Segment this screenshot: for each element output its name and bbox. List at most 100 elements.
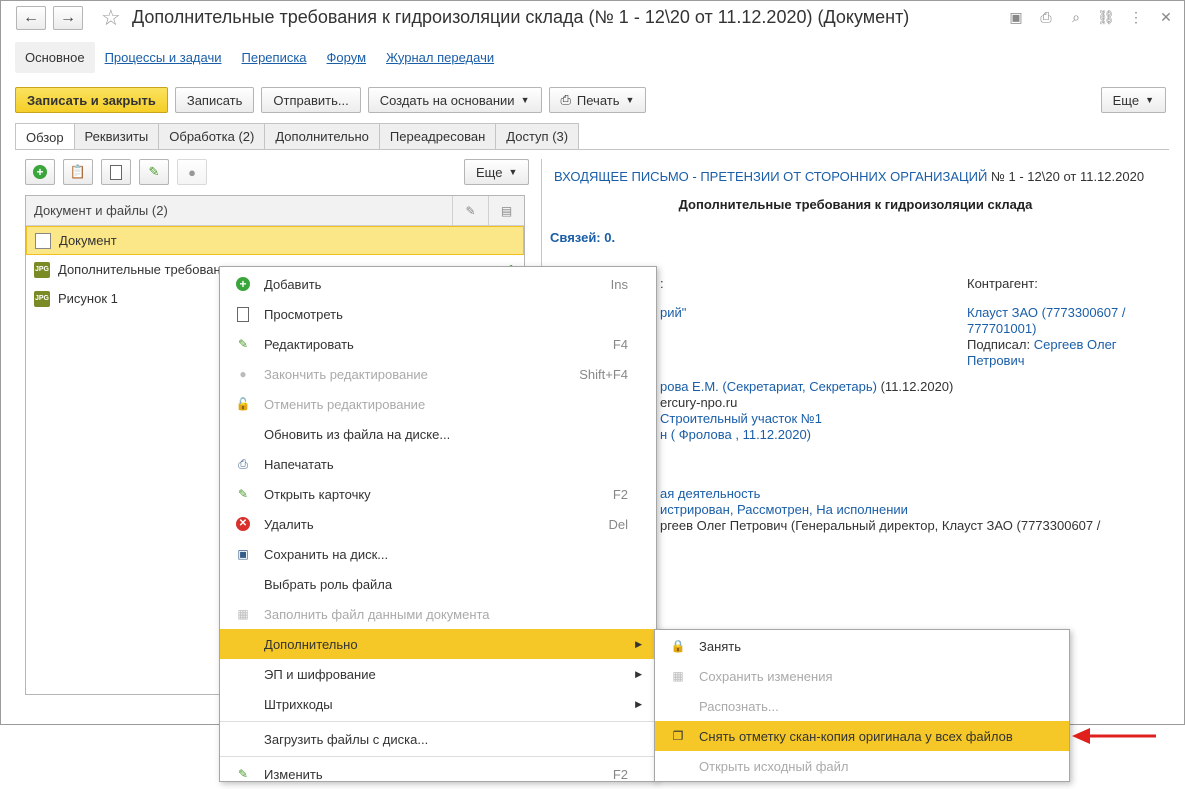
more-vertical-icon[interactable]: ⋮ xyxy=(1126,9,1146,26)
send-button[interactable]: Отправить... xyxy=(261,87,361,113)
more-label: Еще xyxy=(1112,92,1140,108)
registered-by: рова Е.М. (Секретариат, Секретарь) (11.1… xyxy=(660,379,953,394)
contractor-link-line2[interactable]: 777701001) xyxy=(967,321,1036,336)
email-text: ercury-npo.ru xyxy=(660,395,738,410)
menu-item-finish-edit[interactable]: ● Закончить редактирование Shift+F4 xyxy=(220,359,656,389)
menu-item-add[interactable]: + Добавить Ins xyxy=(220,269,656,299)
menu-item-delete[interactable]: ✕ Удалить Del xyxy=(220,509,656,539)
save-button[interactable]: Записать xyxy=(174,87,255,113)
fill-icon: ▦ xyxy=(237,607,249,621)
edit-file-button[interactable]: ✎ xyxy=(139,159,169,185)
submenu-item-occupy[interactable]: 🔒 Занять xyxy=(655,631,1069,661)
addressee-text: ргеев Олег Петрович (Генеральный директо… xyxy=(660,518,1101,533)
menu-item-file-role[interactable]: Выбрать роль файла xyxy=(220,569,656,599)
status-link[interactable]: истрирован, Рассмотрен, На исполнении xyxy=(660,502,908,517)
menu-separator xyxy=(220,721,656,722)
section-transfer-log[interactable]: Журнал передачи xyxy=(376,42,504,73)
paste-file-button[interactable]: 📋 xyxy=(63,159,93,185)
submenu-item-recognize[interactable]: Распознать... xyxy=(655,691,1069,721)
files-more-button[interactable]: Еще ▼ xyxy=(464,159,530,185)
menu-label: Занять xyxy=(699,638,742,654)
tab-readdressed[interactable]: Переадресован xyxy=(378,123,497,149)
window-controls: ▣ ⎙ ⌕ ⛓ ⋮ ✕ xyxy=(1006,9,1176,26)
close-icon[interactable]: ✕ xyxy=(1156,9,1176,26)
view-file-button[interactable] xyxy=(101,159,131,185)
link-icon[interactable]: ⛓ xyxy=(1096,9,1116,26)
menu-item-barcodes[interactable]: Штрихкоды ▶ xyxy=(220,689,656,719)
menu-item-change[interactable]: ✎ Изменить F2 xyxy=(220,759,656,789)
menu-label: Снять отметку скан-копия оригинала у все… xyxy=(699,728,1013,744)
tab-additional[interactable]: Дополнительно xyxy=(264,123,380,149)
print-button[interactable]: ⎙ Печать ▼ xyxy=(548,87,647,113)
create-based-on-button[interactable]: Создать на основании ▼ xyxy=(367,87,542,113)
section-bar: Основное Процессы и задачи Переписка Фор… xyxy=(15,41,504,73)
signed-by-link-2[interactable]: Петрович xyxy=(967,353,1025,368)
organization-link[interactable]: рий" xyxy=(660,305,686,320)
tab-requisites[interactable]: Реквизиты xyxy=(73,123,160,149)
menu-shortcut: F2 xyxy=(612,766,628,782)
menu-item-update-from-disk[interactable]: Обновить из файла на диске... xyxy=(220,419,656,449)
menu-item-load-files[interactable]: Загрузить файлы с диска... xyxy=(220,724,656,754)
edit-icon: ✎ xyxy=(237,337,249,351)
preview-icon[interactable]: ⌕ xyxy=(1066,9,1086,26)
arrow-left-icon: ← xyxy=(23,9,39,26)
lock-icon: 🔒 xyxy=(670,639,686,653)
menu-label: Открыть карточку xyxy=(264,486,371,502)
print-icon[interactable]: ⎙ xyxy=(1036,9,1056,26)
menu-label: Отменить редактирование xyxy=(264,396,426,412)
section-forum[interactable]: Форум xyxy=(317,42,377,73)
column-header-files[interactable]: Документ и файлы (2) xyxy=(26,203,452,218)
menu-item-edit[interactable]: ✎ Редактировать F4 xyxy=(220,329,656,359)
submenu-arrow-icon: ▶ xyxy=(635,698,642,709)
section-main[interactable]: Основное xyxy=(15,41,95,73)
menu-item-open-card[interactable]: ✎ Открыть карточку F2 xyxy=(220,479,656,509)
separator-dash: - xyxy=(688,169,701,184)
finish-edit-icon: ● xyxy=(188,164,196,180)
section-processes[interactable]: Процессы и задачи xyxy=(95,42,232,73)
back-button[interactable]: ← xyxy=(16,6,46,30)
save-icon[interactable]: ▣ xyxy=(1006,9,1026,26)
more-button[interactable]: Еще ▼ xyxy=(1100,87,1166,113)
dropdown-arrow-icon: ▼ xyxy=(508,167,518,177)
menu-item-print[interactable]: ⎙ Напечатать xyxy=(220,449,656,479)
registered-by-link[interactable]: рова Е.М. (Секретариат, Секретарь) xyxy=(660,379,877,394)
links-count[interactable]: Связей: 0. xyxy=(550,230,615,245)
document-kind-link[interactable]: ВХОДЯЩЕЕ ПИСЬМО xyxy=(554,169,689,184)
finish-edit-button[interactable]: ● xyxy=(177,159,207,185)
save-changes-icon: ▦ xyxy=(672,669,684,683)
tab-strip: Обзор Реквизиты Обработка (2) Дополнител… xyxy=(15,123,580,150)
contractor-link-line1[interactable]: Клауст ЗАО (7773300607 / xyxy=(967,305,1125,320)
menu-item-cancel-edit[interactable]: 🔓 Отменить редактирование xyxy=(220,389,656,419)
file-name: Рисунок 1 xyxy=(58,291,118,306)
submenu-additional: 🔒 Занять ▦ Сохранить изменения Распознать.… xyxy=(654,629,1070,782)
scan-column-icon[interactable]: ▤ xyxy=(488,195,524,226)
save-and-close-button[interactable]: Записать и закрыть xyxy=(15,87,168,113)
add-file-button[interactable]: + xyxy=(25,159,55,185)
signature-column-icon[interactable]: ✎ xyxy=(452,195,488,226)
menu-item-view[interactable]: Просмотреть xyxy=(220,299,656,329)
submenu-item-save-changes[interactable]: ▦ Сохранить изменения xyxy=(655,661,1069,691)
table-row[interactable]: Документ xyxy=(26,226,524,255)
menu-item-signature-encryption[interactable]: ЭП и шифрование ▶ xyxy=(220,659,656,689)
menu-label: Просмотреть xyxy=(264,306,343,322)
tab-overview[interactable]: Обзор xyxy=(15,123,75,150)
menu-item-fill-file[interactable]: ▦ Заполнить файл данными документа xyxy=(220,599,656,629)
create-based-on-label: Создать на основании xyxy=(379,92,515,108)
activity-link[interactable]: ая деятельность xyxy=(660,486,760,501)
command-bar: Записать и закрыть Записать Отправить...… xyxy=(15,87,647,113)
reviewer-link[interactable]: н ( Фролова , 11.12.2020) xyxy=(660,427,811,442)
menu-item-save-to-disk[interactable]: ▣ Сохранить на диск... xyxy=(220,539,656,569)
tab-processing[interactable]: Обработка (2) xyxy=(158,123,266,149)
edit-icon: ✎ xyxy=(148,164,160,179)
favorite-star-icon[interactable]: ☆ xyxy=(101,5,121,31)
save-icon: ▣ xyxy=(237,547,249,561)
document-type-link[interactable]: ПРЕТЕНЗИИ ОТ СТОРОННИХ ОРГАНИЗАЦИЙ xyxy=(700,169,987,184)
menu-item-additional[interactable]: Дополнительно ▶ xyxy=(220,629,656,659)
submenu-item-open-source-file[interactable]: Открыть исходный файл xyxy=(655,751,1069,781)
site-link[interactable]: Строительный участок №1 xyxy=(660,411,822,426)
forward-button[interactable]: → xyxy=(53,6,83,30)
submenu-item-unmark-scan-copy[interactable]: ❐ Снять отметку скан-копия оригинала у вс… xyxy=(655,721,1069,751)
tab-access[interactable]: Доступ (3) xyxy=(495,123,580,149)
signed-by-link[interactable]: Сергеев Олег xyxy=(1034,337,1117,352)
section-correspondence[interactable]: Переписка xyxy=(232,42,317,73)
